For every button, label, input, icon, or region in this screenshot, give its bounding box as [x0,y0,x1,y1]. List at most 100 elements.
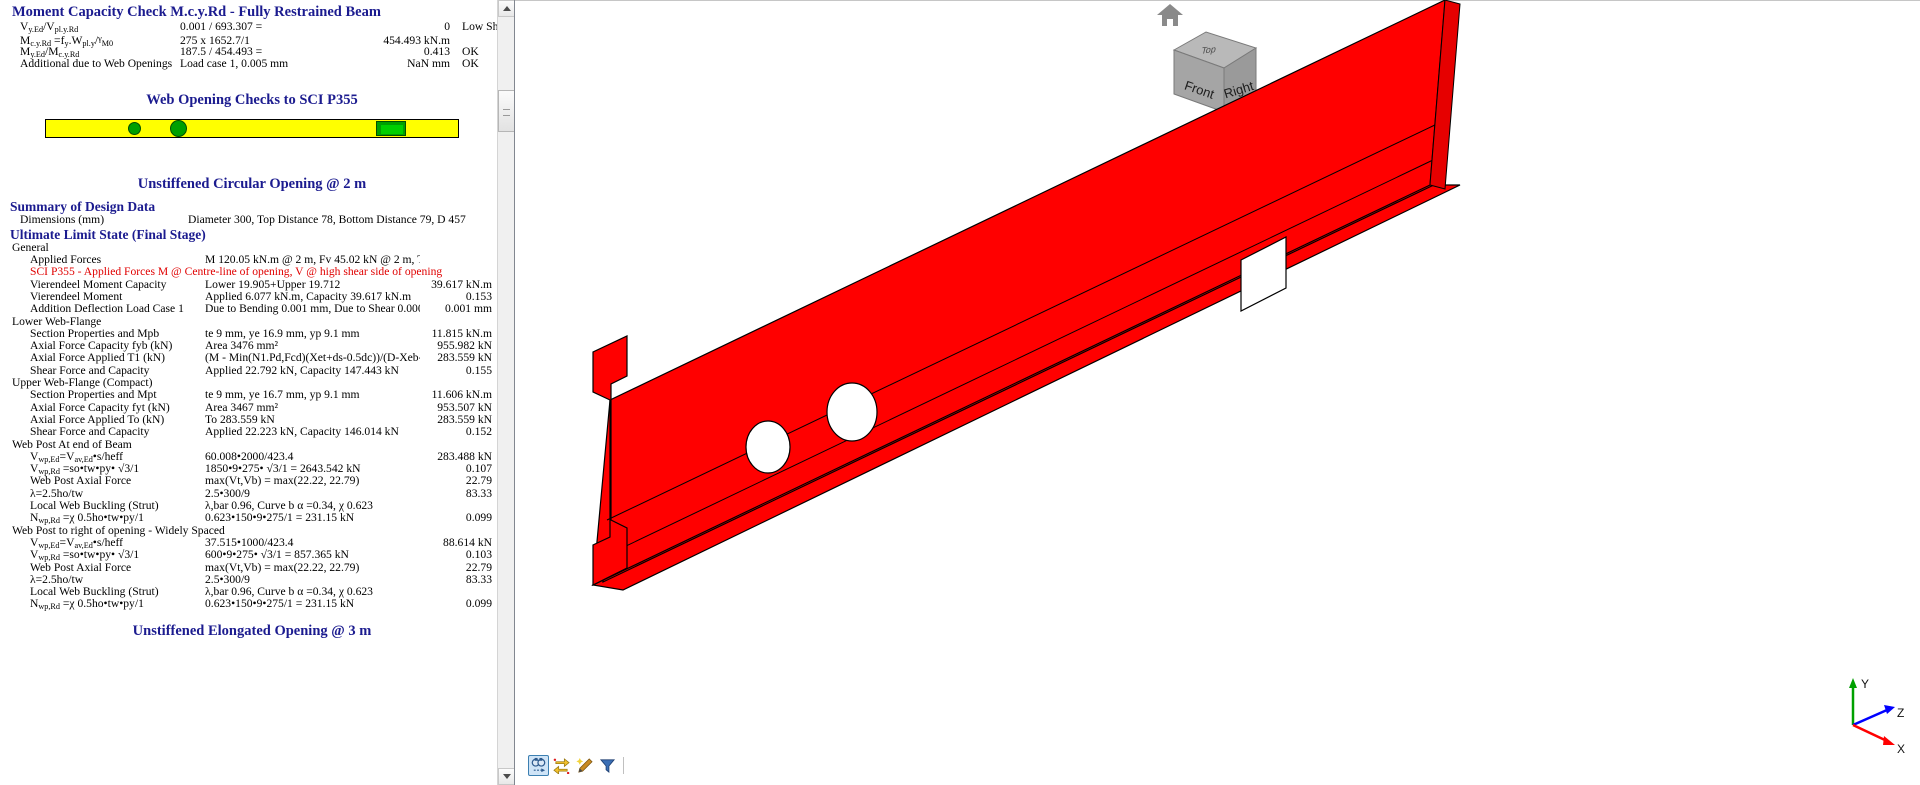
row-expression: λ,bar 0.96, Curve b α =0.34, χ 0.623 [205,500,373,513]
group-web-post-right-label: Web Post to right of opening - Widely Sp… [12,523,225,537]
row-value: 283.559 kN [437,413,492,426]
group-upper-web-flange-label: Upper Web-Flange (Compact) [12,376,153,390]
moment-capacity-table: Vy.Ed/Vpl.y.Rd0.001 / 693.307 =0Low Shea… [8,20,498,70]
row-expression: Lower 19.905+Upper 19.712 [205,278,341,291]
group-upper-web-flange: Upper Web-Flange (Compact) [8,376,496,390]
dimensions-row: Dimensions (mm) Diameter 300, Top Distan… [8,214,496,226]
row-value: 283.559 kN [437,352,492,365]
row-expression: 600•9•275• √3/1 = 857.365 kN [205,549,349,562]
row-value: 0.155 [465,364,492,377]
row-label: Vierendeel Moment [30,290,123,303]
row-label: Axial Force Applied T1 (kN) [30,352,166,365]
row-label: Vierendeel Moment Capacity [30,278,167,291]
report-row: Axial Force Applied To (kN) To 283.559 kN… [8,414,496,426]
row-label: Section Properties and Mpb [30,327,160,340]
row-label: Axial Force Capacity fyb (kN) [30,340,173,353]
report-row: Local Web Buckling (Strut) λ,bar 0.96, Cu… [8,586,496,598]
axis-label-y: Y [1861,677,1869,691]
row-label: Addition Deflection Load Case 1 [30,303,184,316]
row-expression: 2.5•300/9 [205,573,250,586]
report-row: Vwp,Ed=Vav,Ed•s/heff 37.515•1000/423.4 88.… [8,536,496,550]
scroll-up-button[interactable] [498,0,514,17]
group-general-label: General [12,240,49,254]
beam-diagram-opening-inner [380,125,403,135]
application-window: Moment Capacity Check M.c.y.Rd - Fully R… [0,0,1920,785]
report-row: Vwp,Rd =so•tw•py• √3/1 600•9•275• √3/1 = … [8,549,496,562]
toolbar-separator [623,756,624,774]
dimensions-value: Diameter 300, Top Distance 78, Bottom Di… [188,214,466,227]
find-select-icon[interactable] [528,754,549,776]
ultimate-limit-state-heading: Ultimate Limit State (Final Stage) [10,226,206,242]
row-label: λ=2.5ho/tw [30,487,84,500]
row-label: Web Post Axial Force [30,561,132,574]
viewport-toolbar [525,753,630,777]
group-web-post-end: Web Post At end of Beam [8,438,496,451]
scroll-down-button[interactable] [498,768,514,785]
row-value: 39.617 kN.m [431,278,492,291]
row-expression: Load case 1, 0.005 mm [180,57,289,70]
filter-funnel-icon[interactable] [597,755,618,776]
row-label: Applied Forces [30,254,102,267]
row-label: Nwp,Rd =χ 0.5ho•tw•py/1 [30,598,144,612]
row-label: λ=2.5ho/tw [30,573,84,586]
upper-web-flange-rows: Section Properties and Mpt te 9 mm, ye 16… [8,389,496,438]
report-row: Section Properties and Mpb te 9 mm, ye 16… [8,328,496,340]
report-row: SCI P355 - Applied Forces M @ Centre-lin… [8,266,496,278]
row-value: 22.79 [465,475,492,488]
general-rows: Applied Forces M 120.05 kN.m @ 2 m, Fv 45… [8,254,496,315]
row-expression: 1850•9•275• √3/1 = 2643.542 kN [205,463,361,476]
group-web-post-right: Web Post to right of opening - Widely Sp… [8,523,496,537]
row-expression: max(Vt,Vb) = max(22.22, 22.79) [205,475,360,488]
row-expression: 60.008•2000/423.4 [205,450,294,463]
steel-beam-model[interactable] [515,0,1920,785]
row-status: OK [462,56,479,70]
report-row: Axial Force Applied T1 (kN) (M - Min(N1.P… [8,352,496,364]
row-value: 0.103 [465,549,492,562]
row-label: Local Web Buckling (Strut) [30,500,159,513]
moment-row: My.Ed/Mc.y.Rd 187.5 / 454.493 = 0.413 OK [8,45,496,59]
report-row: Nwp,Rd =χ 0.5ho•tw•py/1 0.623•150•9•275/1… [8,512,496,525]
sync-arrows-icon[interactable] [551,755,572,776]
report-row: λ=2.5ho/tw 2.5•300/9 83.33 [8,488,496,500]
report-scrollbar[interactable] [497,0,514,785]
report-row: Vwp,Ed=Vav,Ed•s/heff 60.008•2000/423.4 283… [8,450,496,464]
row-value: 0.099 [465,512,492,525]
row-value: NaN mm [407,57,450,70]
moment-row: Mc.y.Rd =fy.Wpl.y/γM0 275 x 1652.7/1 454.4… [8,33,496,48]
row-value: 0.152 [465,426,492,439]
web-post-right-rows: Vwp,Ed=Vav,Ed•s/heff 37.515•1000/423.4 88.… [8,537,496,611]
row-value: 0 [444,21,450,33]
circular-opening-heading: Unstiffened Circular Opening @ 2 m [137,176,367,193]
summary-design-data-heading: Summary of Design Data [10,199,156,215]
row-expression: λ,bar 0.96, Curve b α =0.34, χ 0.623 [205,586,373,599]
scrollbar-thumb[interactable] [498,90,514,132]
row-expression: te 9 mm, ye 16.9 mm, yp 9.1 mm [205,327,360,340]
model-3d-viewport[interactable]: Front Right Top Y Z X [515,0,1920,785]
report-row: Local Web Buckling (Strut) λ,bar 0.96, Cu… [8,500,496,512]
row-value: 955.982 kN [437,340,492,353]
row-expression: (M - Min(N1.Pd,Fcd)(Xet+ds-0.5dc))/(D-Xe… [205,352,420,365]
row-label: Web Post Axial Force [30,475,132,488]
row-value: 0.153 [465,290,492,303]
row-expression: Applied 6.077 kN.m, Capacity 39.617 kN.m [205,290,412,303]
row-expression: 37.515•1000/423.4 [205,536,294,549]
report-document: Moment Capacity Check M.c.y.Rd - Fully R… [0,0,498,785]
web-opening-checks-heading: Web Opening Checks to SCI P355 [146,92,358,109]
row-label: Shear Force and Capacity [30,426,150,439]
row-value: 83.33 [465,573,492,586]
group-lower-web-flange: Lower Web-Flange [8,315,496,328]
row-value: 11.606 kN.m [431,389,492,402]
moment-row: Additional due to Web Openings Load case … [8,56,496,70]
axis-triad: Y Z X [1813,670,1908,765]
report-row: Axial Force Capacity fyt (kN) Area 3467 m… [8,402,496,414]
report-row: Vierendeel Moment Capacity Lower 19.905+U… [8,279,496,291]
row-label: Local Web Buckling (Strut) [30,586,159,599]
magic-wand-icon[interactable] [574,755,595,776]
row-status: Low Shear [462,20,498,33]
row-expression: 0.623•150•9•275/1 = 231.15 kN [205,512,355,525]
row-expression: Area 3476 mm² [205,340,279,353]
axis-label-x: X [1897,742,1905,756]
group-general: General [8,240,496,254]
axis-label-z: Z [1897,706,1904,720]
row-expression: 0.001 / 693.307 = [180,21,263,33]
